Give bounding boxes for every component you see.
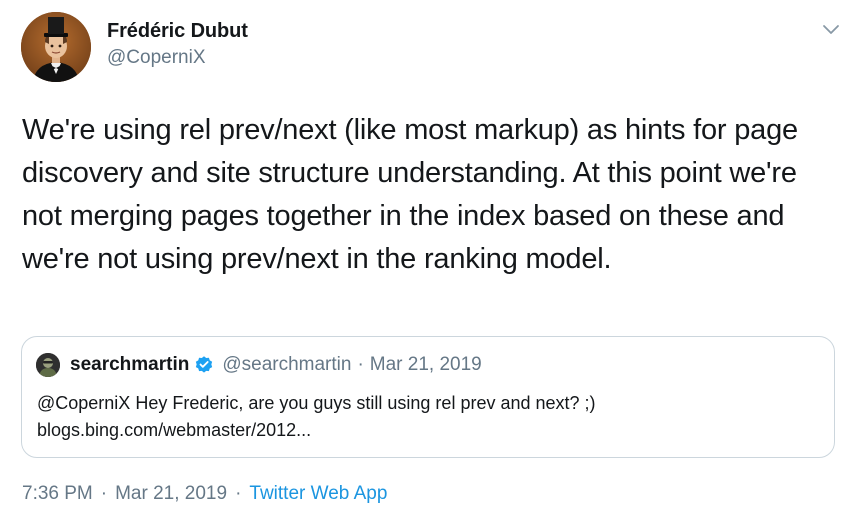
tweet-meta: 7:36 PM · Mar 21, 2019 · Twitter Web App <box>22 482 387 506</box>
tweet-card: Frédéric Dubut @CoperniX We're using rel… <box>0 0 856 523</box>
author-handle[interactable]: @CoperniX <box>107 46 248 70</box>
tweet-date[interactable]: Mar 21, 2019 <box>115 483 227 504</box>
quoted-tweet-date: Mar 21, 2019 <box>369 354 482 375</box>
quoted-tweet[interactable]: searchmartin @searchmartin · Mar 21, 201… <box>21 336 835 458</box>
author-name[interactable]: Frédéric Dubut <box>107 19 248 43</box>
author-avatar[interactable] <box>21 12 91 82</box>
tweet-source-link[interactable]: Twitter Web App <box>249 483 387 504</box>
chevron-down-icon[interactable] <box>822 22 840 36</box>
quoted-tweet-line-1: @CoperniX Hey Frederic, are you guys sti… <box>37 393 596 413</box>
separator-dot: · <box>235 483 242 504</box>
author-block: Frédéric Dubut @CoperniX <box>107 19 248 70</box>
quoted-tweet-text: @CoperniX Hey Frederic, are you guys sti… <box>37 390 817 444</box>
verified-badge-icon <box>196 356 213 373</box>
quoted-author-handle: @searchmartin <box>222 354 352 375</box>
quoted-author-avatar <box>36 353 60 377</box>
separator-dot: · <box>100 483 108 504</box>
quoted-tweet-header: searchmartin @searchmartin · Mar 21, 201… <box>36 353 482 377</box>
quoted-tweet-line-2: blogs.bing.com/webmaster/2012... <box>37 420 312 440</box>
tweet-text: We're using rel prev/next (like most mar… <box>22 114 798 275</box>
separator-dot: · <box>357 354 364 375</box>
tweet-time[interactable]: 7:36 PM <box>22 483 93 504</box>
quoted-author-name: searchmartin <box>70 354 190 375</box>
